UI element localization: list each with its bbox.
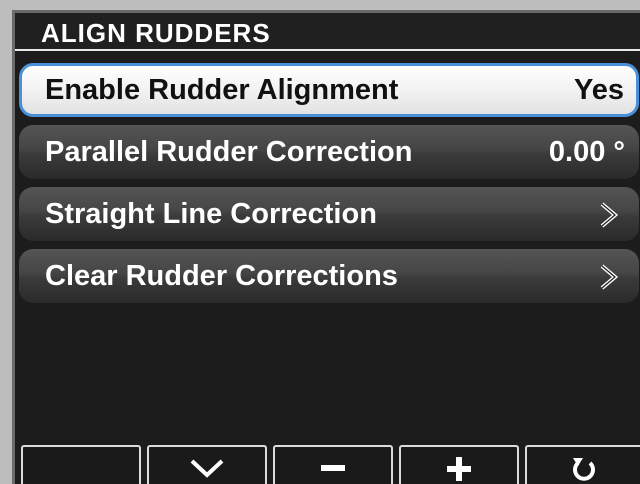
menu-item-label: Parallel Rudder Correction: [45, 136, 413, 168]
chevron-right-icon: [600, 202, 619, 228]
softkey-back[interactable]: [525, 445, 640, 484]
menu-item-label: Clear Rudder Corrections: [45, 260, 398, 292]
menu-item-parallel-rudder-correction[interactable]: Parallel Rudder Correction 0.00 °: [19, 125, 639, 179]
menu-item-value: 0.00 °: [548, 136, 625, 168]
minus-icon: [321, 465, 345, 471]
softkey-minus[interactable]: [273, 445, 393, 484]
display-screen: ALIGN RUDDERS Enable Rudder Alignment Ye…: [12, 10, 640, 484]
menu-item-enable-rudder-alignment[interactable]: Enable Rudder Alignment Yes: [19, 63, 639, 117]
menu-item-straight-line-correction[interactable]: Straight Line Correction: [19, 187, 639, 241]
page-title: ALIGN RUDDERS: [41, 18, 271, 48]
menu-item-value: Yes: [574, 74, 624, 106]
chevron-right-icon: [600, 264, 619, 290]
return-arrow-icon: [573, 458, 595, 481]
softkey-down[interactable]: [147, 445, 267, 484]
menu-item-label: Straight Line Correction: [45, 198, 377, 230]
menu-item-clear-rudder-corrections[interactable]: Clear Rudder Corrections: [19, 249, 639, 303]
chevron-down-icon: [190, 459, 224, 478]
menu-item-label: Enable Rudder Alignment: [45, 74, 399, 106]
softkey-1[interactable]: [21, 445, 141, 484]
softkey-bar: [15, 445, 640, 484]
softkey-plus[interactable]: [399, 445, 519, 484]
plus-icon: [447, 457, 471, 481]
title-bar: ALIGN RUDDERS: [15, 13, 640, 51]
